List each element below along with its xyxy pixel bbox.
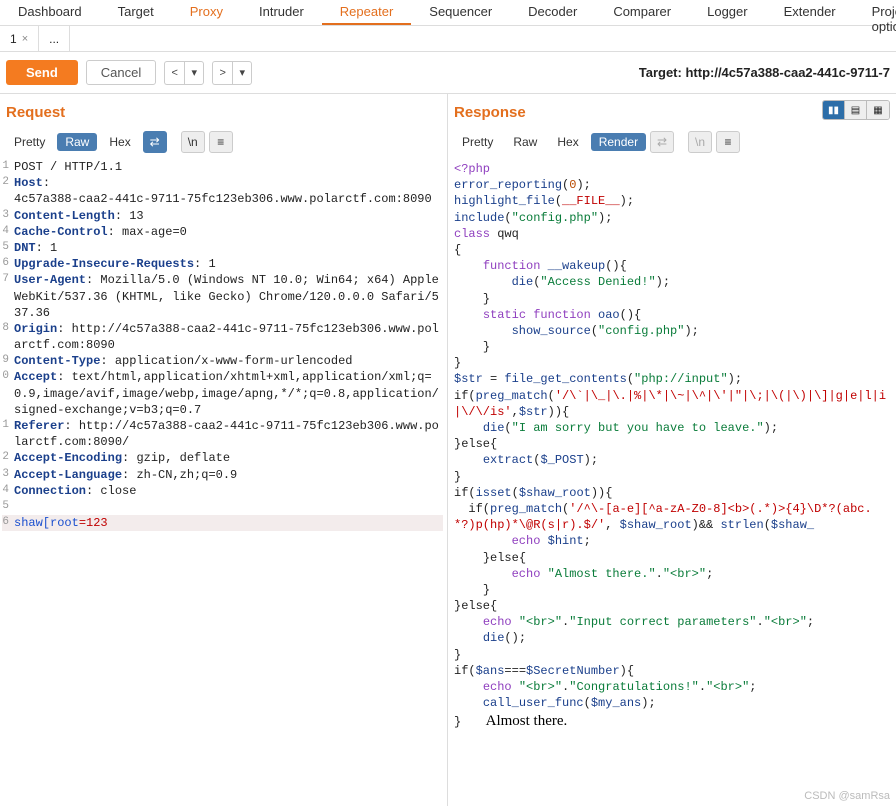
request-view-pretty[interactable]: Pretty xyxy=(6,133,53,151)
tab-logger[interactable]: Logger xyxy=(689,0,765,25)
layout-rows-icon[interactable]: ▤ xyxy=(845,101,867,119)
send-button[interactable]: Send xyxy=(6,60,78,85)
response-editor[interactable]: <?phperror_reporting(0);highlight_file(_… xyxy=(448,157,896,806)
tab-sequencer[interactable]: Sequencer xyxy=(411,0,510,25)
history-forward-group: > ▾ xyxy=(212,61,252,85)
tab-decoder[interactable]: Decoder xyxy=(510,0,595,25)
layout-columns-icon[interactable]: ▮▮ xyxy=(823,101,845,119)
layout-single-icon[interactable]: ▦ xyxy=(867,101,889,119)
response-view-render[interactable]: Render xyxy=(591,133,646,151)
tab-comparer[interactable]: Comparer xyxy=(595,0,689,25)
tab-intruder[interactable]: Intruder xyxy=(241,0,322,25)
repeater-tab-1[interactable]: 1 × xyxy=(0,26,39,51)
history-back-dropdown[interactable]: ▾ xyxy=(184,61,204,85)
response-view-pretty[interactable]: Pretty xyxy=(454,133,501,151)
repeater-tab-new[interactable]: ... xyxy=(39,26,70,51)
response-title: Response xyxy=(448,94,534,131)
response-view-hex[interactable]: Hex xyxy=(549,133,586,151)
repeater-tab-bar: 1 × ... xyxy=(0,26,896,52)
request-title: Request xyxy=(0,94,447,131)
close-icon[interactable]: × xyxy=(22,33,28,45)
tab-target[interactable]: Target xyxy=(100,0,172,25)
request-view-row: Pretty Raw Hex ⇄ \n ≡ xyxy=(0,131,447,157)
request-editor[interactable]: 1POST / HTTP/1.12Host:4c57a388-caa2-441c… xyxy=(0,157,447,806)
request-pane: Request Pretty Raw Hex ⇄ \n ≡ 1POST / HT… xyxy=(0,94,448,806)
newline-icon[interactable]: \n xyxy=(181,131,205,153)
repeater-tab-new-label: ... xyxy=(49,32,59,46)
main-tab-bar: Dashboard Target Proxy Intruder Repeater… xyxy=(0,0,896,26)
response-view-raw[interactable]: Raw xyxy=(505,133,545,151)
cancel-button[interactable]: Cancel xyxy=(86,60,156,85)
layout-toggle: ▮▮ ▤ ▦ xyxy=(822,100,890,120)
history-forward-dropdown[interactable]: ▾ xyxy=(232,61,252,85)
tab-proxy[interactable]: Proxy xyxy=(172,0,241,25)
repeater-tab-1-label: 1 xyxy=(10,32,17,46)
history-forward-button[interactable]: > xyxy=(212,61,232,85)
tab-repeater[interactable]: Repeater xyxy=(322,0,411,25)
tab-project-options[interactable]: Project optio xyxy=(854,0,896,25)
response-newline-icon[interactable]: \n xyxy=(688,131,712,153)
history-back-button[interactable]: < xyxy=(164,61,184,85)
history-back-group: < ▾ xyxy=(164,61,204,85)
split-panes: Request Pretty Raw Hex ⇄ \n ≡ 1POST / HT… xyxy=(0,94,896,806)
request-view-raw[interactable]: Raw xyxy=(57,133,97,151)
tab-extender[interactable]: Extender xyxy=(766,0,854,25)
watermark: CSDN @samRsa xyxy=(804,790,890,802)
target-value: http://4c57a388-caa2-441c-9711-7 xyxy=(685,65,890,80)
response-pane: Response ▮▮ ▤ ▦ Pretty Raw Hex Render ⇄ … xyxy=(448,94,896,806)
hamburger-icon[interactable]: ≡ xyxy=(209,131,233,153)
action-row: Send Cancel < ▾ > ▾ Target: http://4c57a… xyxy=(0,52,896,94)
response-view-row: Pretty Raw Hex Render ⇄ \n ≡ xyxy=(448,131,896,157)
response-hamburger-icon[interactable]: ≡ xyxy=(716,131,740,153)
response-actions-icon[interactable]: ⇄ xyxy=(650,131,674,153)
target-prefix: Target: xyxy=(639,65,686,80)
tab-dashboard[interactable]: Dashboard xyxy=(0,0,100,25)
target-label: Target: http://4c57a388-caa2-441c-9711-7 xyxy=(639,65,890,80)
actions-icon[interactable]: ⇄ xyxy=(143,131,167,153)
request-view-hex[interactable]: Hex xyxy=(101,133,138,151)
